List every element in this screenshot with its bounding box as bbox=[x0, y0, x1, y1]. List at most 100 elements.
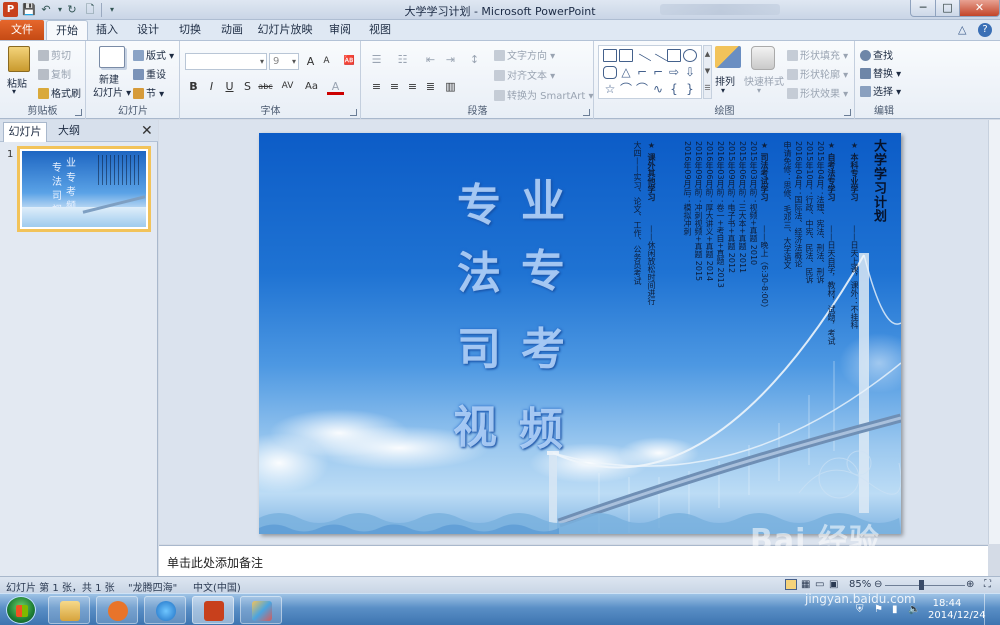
align-text-button[interactable]: 对齐文本 ▾ bbox=[494, 67, 555, 82]
section-heading[interactable]: ★ 自考法专学习 bbox=[826, 141, 837, 201]
clipboard-launcher-icon[interactable] bbox=[75, 109, 82, 116]
shape-connector-icon[interactable]: ⌐ bbox=[635, 66, 649, 79]
quick-styles-button[interactable]: 快速样式 bbox=[744, 73, 784, 88]
clock[interactable]: 18:44 2014/12/24 bbox=[928, 598, 986, 622]
tab-review[interactable]: 审阅 bbox=[320, 20, 360, 40]
align-right-icon[interactable]: ≡ bbox=[404, 78, 421, 95]
section-line[interactable]: 2015年06月前：三大本+真题 2011 bbox=[737, 141, 748, 273]
help-icon[interactable]: ? bbox=[978, 23, 992, 37]
justify-icon[interactable]: ≣ bbox=[422, 78, 439, 95]
shape-effects-button[interactable]: 形状效果 ▾ bbox=[787, 85, 848, 100]
tab-slides-panel[interactable]: 幻灯片 bbox=[3, 122, 47, 142]
paragraph-launcher-icon[interactable] bbox=[583, 109, 590, 116]
tab-home[interactable]: 开始 bbox=[46, 20, 88, 40]
tab-outline-panel[interactable]: 大纲 bbox=[50, 122, 88, 142]
underline-button[interactable]: U bbox=[221, 78, 238, 95]
reading-view-icon[interactable]: ▭ bbox=[815, 579, 824, 590]
taskbar-explorer[interactable] bbox=[48, 596, 90, 624]
section-heading[interactable]: ★ 课外其他学习 bbox=[646, 141, 657, 201]
shape-arc-icon[interactable]: ⌒ bbox=[635, 83, 649, 96]
fit-to-window-icon[interactable]: ⛶ bbox=[984, 579, 991, 590]
tab-file[interactable]: 文件 bbox=[0, 20, 44, 40]
section-line[interactable]: 2016年09月后：模拟冲刺 bbox=[682, 141, 693, 236]
section-line[interactable]: 2016年04月：国际法、经济法概论 bbox=[793, 141, 804, 268]
font-launcher-icon[interactable] bbox=[350, 109, 357, 116]
taskbar-paint[interactable] bbox=[240, 596, 282, 624]
shape-textbox-vertical-icon[interactable] bbox=[619, 49, 633, 62]
zoom-slider-track[interactable] bbox=[885, 585, 965, 586]
close-button[interactable]: ✕ bbox=[959, 0, 1000, 17]
decrease-indent-icon[interactable]: ⇤ bbox=[422, 51, 439, 68]
panel-close-icon[interactable]: ✕ bbox=[141, 123, 153, 139]
normal-view-icon[interactable] bbox=[785, 579, 797, 590]
numbering-icon[interactable]: ☷ bbox=[394, 51, 411, 68]
line-spacing-icon[interactable]: ↕ bbox=[466, 51, 483, 68]
collapse-ribbon-icon[interactable]: △ bbox=[958, 23, 966, 36]
paste-dropdown-icon[interactable]: ▾ bbox=[12, 87, 16, 96]
section-line[interactable]: ——休闲放松时间进行 bbox=[646, 225, 657, 305]
shape-elbow-icon[interactable]: ⌐ bbox=[651, 66, 665, 79]
quick-styles-dropdown-icon[interactable]: ▾ bbox=[757, 86, 761, 95]
section-line[interactable]: 大四——实习、论文、工作、公务员考试 bbox=[632, 141, 643, 285]
columns-icon[interactable]: ▥ bbox=[442, 78, 459, 95]
new-slide-dropdown[interactable]: 幻灯片 ▾ bbox=[93, 84, 131, 99]
section-line[interactable]: 2016年06月前：厚大讲义+真题 2014 bbox=[704, 141, 715, 281]
find-button[interactable]: 查找 bbox=[860, 47, 893, 62]
tab-design[interactable]: 设计 bbox=[128, 20, 168, 40]
align-left-icon[interactable]: ≡ bbox=[368, 78, 385, 95]
taskbar-browser[interactable] bbox=[144, 596, 186, 624]
reset-button[interactable]: 重设 bbox=[133, 66, 166, 81]
shape-brace-left-icon[interactable]: { bbox=[667, 83, 681, 96]
font-name-combo[interactable]: ▾ bbox=[185, 53, 267, 70]
tab-view[interactable]: 视图 bbox=[362, 20, 398, 40]
smartart-button[interactable]: 转换为 SmartArt ▾ bbox=[494, 87, 594, 102]
tab-insert[interactable]: 插入 bbox=[88, 20, 126, 40]
drawing-launcher-icon[interactable] bbox=[844, 109, 851, 116]
arrange-dropdown-icon[interactable]: ▾ bbox=[721, 86, 725, 95]
tab-slideshow[interactable]: 幻灯片放映 bbox=[254, 20, 316, 40]
text-shadow-button[interactable]: S bbox=[239, 78, 256, 95]
layout-button[interactable]: 版式 ▾ bbox=[133, 47, 174, 62]
section-line[interactable]: ——日天上课，课外：不挂科 bbox=[849, 225, 860, 329]
tab-animations[interactable]: 动画 bbox=[212, 20, 252, 40]
section-line[interactable]: ——晚上（6:30-8:00） bbox=[759, 225, 770, 312]
shape-rectangle-icon[interactable] bbox=[667, 49, 681, 62]
format-painter-button[interactable]: 格式刷 bbox=[38, 85, 81, 100]
section-line[interactable]: ——日天自学，教材，试题，考试 bbox=[826, 225, 837, 345]
clear-formatting-button[interactable]: 🆎 bbox=[341, 53, 358, 70]
replace-button[interactable]: 替换 ▾ bbox=[860, 65, 901, 80]
maximize-button[interactable]: □ bbox=[935, 0, 960, 17]
slide-title[interactable]: 大学学习计划 bbox=[869, 139, 888, 223]
shape-oval-icon[interactable] bbox=[683, 49, 697, 62]
new-slide-icon[interactable] bbox=[99, 46, 125, 68]
bullets-icon[interactable]: ☰ bbox=[368, 51, 385, 68]
shape-outline-button[interactable]: 形状轮廓 ▾ bbox=[787, 66, 848, 81]
change-case-button[interactable]: Aa bbox=[303, 78, 320, 95]
section-button[interactable]: 节 ▾ bbox=[133, 85, 164, 100]
slide-canvas[interactable]: 专 业 法 专 司 考 视 频 大学学习计划 ★ 本科专业学习 ——日天上课，课… bbox=[259, 133, 901, 534]
shape-triangle-icon[interactable]: △ bbox=[619, 66, 633, 79]
shapes-gallery-scroll[interactable]: ▲ ▼ ☰ bbox=[703, 45, 712, 99]
section-heading[interactable]: ★ 本科专业学习 bbox=[849, 141, 860, 201]
italic-button[interactable]: I bbox=[203, 78, 220, 95]
section-line[interactable]: 2016年03月前：卷一+考目+真题 2013 bbox=[715, 141, 726, 288]
shape-brace-right-icon[interactable]: } bbox=[683, 83, 697, 96]
arrange-icon[interactable] bbox=[715, 46, 741, 68]
language-status[interactable]: 中文(中国) bbox=[193, 579, 241, 594]
shape-fill-button[interactable]: 形状填充 ▾ bbox=[787, 47, 848, 62]
slide-thumbnail[interactable]: 专 业 法 专 司 考 视 频 bbox=[17, 146, 151, 232]
section-heading[interactable]: ★ 司法考试学习 bbox=[759, 141, 770, 201]
grow-font-button[interactable]: A bbox=[302, 53, 319, 70]
slideshow-view-icon[interactable]: ▣ bbox=[829, 579, 838, 590]
section-line[interactable]: 申请免修：思修、毛邓三、大学语文 bbox=[782, 141, 793, 269]
char-spacing-button[interactable]: AV bbox=[279, 78, 296, 95]
zoom-level[interactable]: 85% bbox=[849, 579, 871, 590]
shapes-gallery[interactable]: △ ⌐ ⌐ ⇨ ⇩ ☆ ⌒ ⌒ ∿ { } bbox=[598, 45, 702, 99]
shape-right-arrow-icon[interactable]: ⇨ bbox=[667, 66, 681, 79]
paste-icon[interactable] bbox=[8, 46, 30, 72]
copy-button[interactable]: 复制 bbox=[38, 66, 71, 81]
taskbar-pdf[interactable] bbox=[96, 596, 138, 624]
quick-styles-icon[interactable] bbox=[751, 46, 775, 70]
align-center-icon[interactable]: ≡ bbox=[386, 78, 403, 95]
select-button[interactable]: 选择 ▾ bbox=[860, 83, 901, 98]
